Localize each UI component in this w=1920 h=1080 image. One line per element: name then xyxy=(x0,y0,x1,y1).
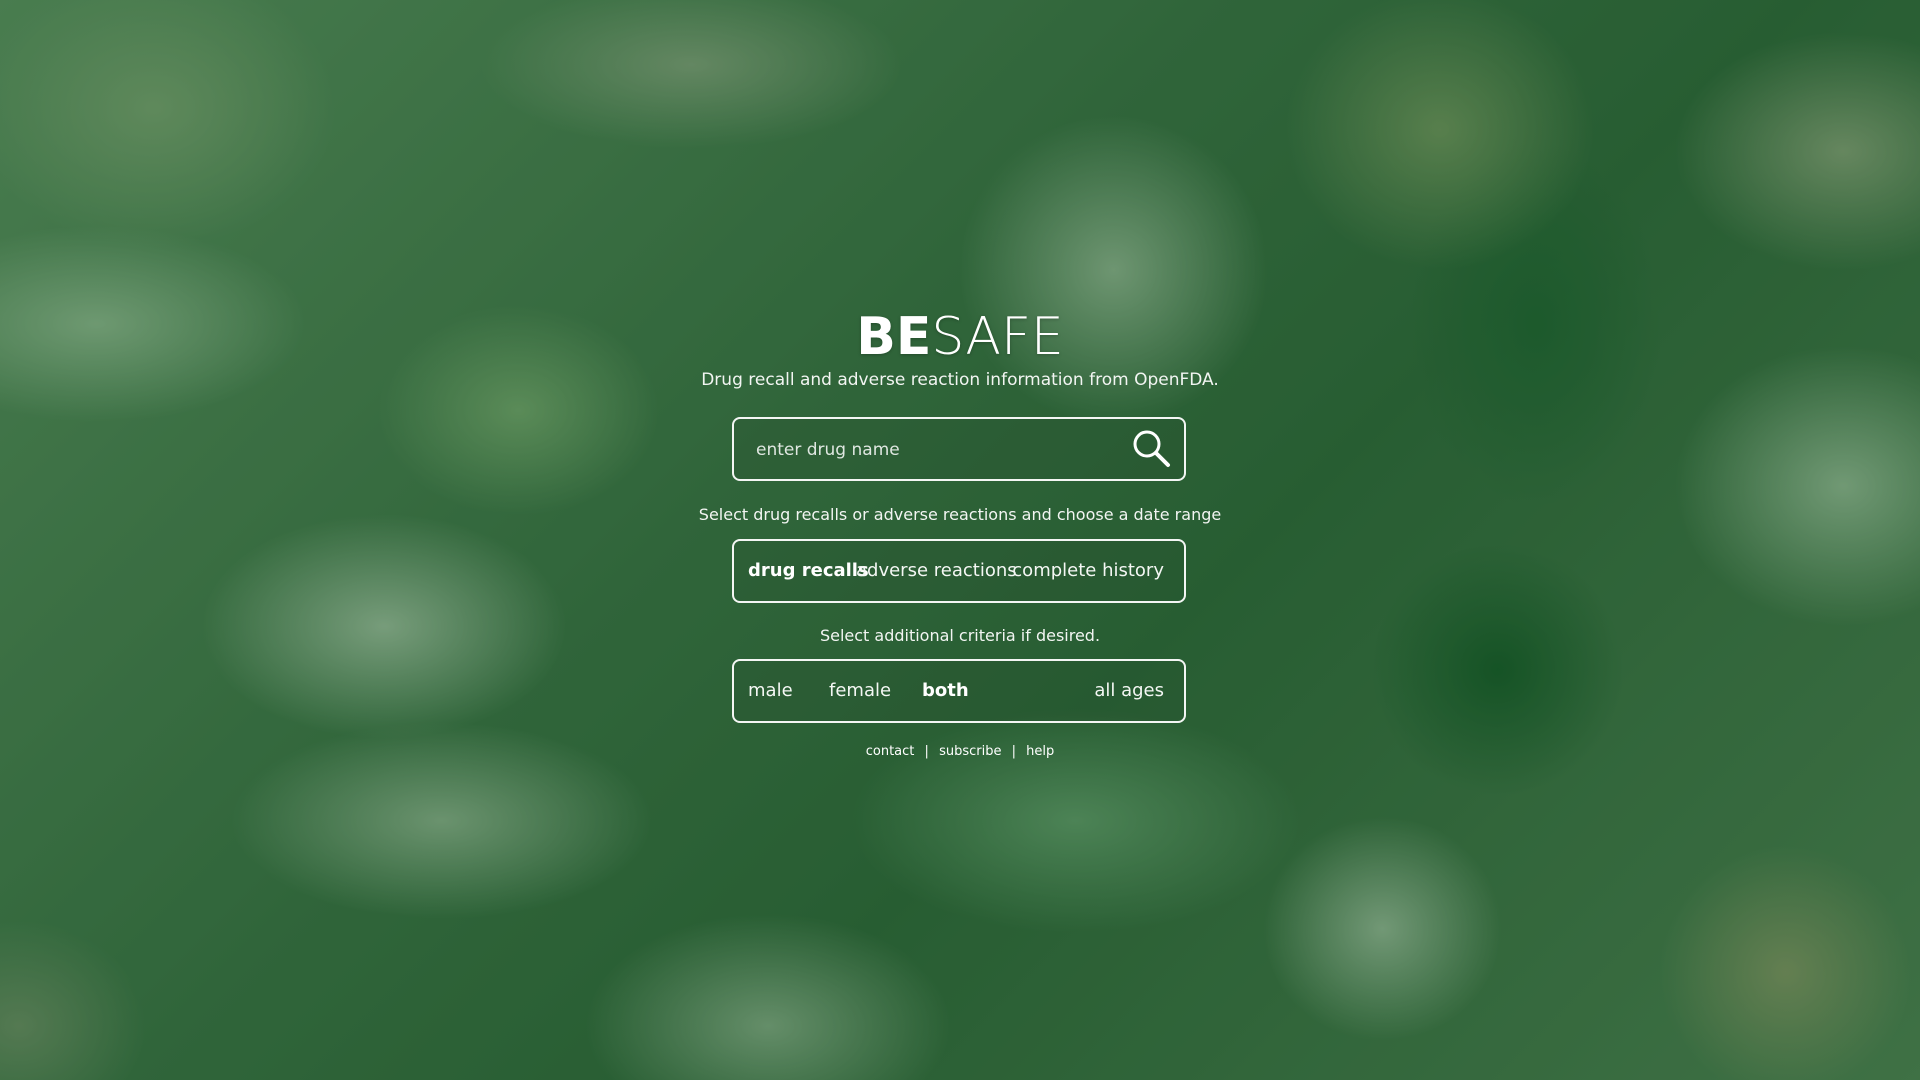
option-age[interactable]: all ages xyxy=(1094,661,1164,721)
option-female[interactable]: female xyxy=(829,661,891,721)
search-icon xyxy=(1131,428,1171,472)
footer-separator: | xyxy=(1011,744,1016,759)
criteria-selector: male female both all ages xyxy=(732,659,1186,723)
footer-separator: | xyxy=(924,744,929,759)
criteria-hint: Select additional criteria if desired. xyxy=(819,626,1101,645)
brand-bold: BE xyxy=(856,307,932,367)
help-link[interactable]: help xyxy=(1026,744,1054,759)
contact-link[interactable]: contact xyxy=(866,744,915,759)
option-adverse-reactions[interactable]: adverse reactions xyxy=(856,541,1017,601)
brand-logo: BESAFE xyxy=(0,306,1920,368)
search-box xyxy=(732,417,1186,481)
option-drug-recalls[interactable]: drug recalls xyxy=(748,541,869,601)
footer-links: contact | subscribe | help xyxy=(0,740,1920,764)
brand-light: SAFE xyxy=(931,307,1064,367)
drug-search-input[interactable] xyxy=(754,419,1118,481)
option-date-range[interactable]: complete history xyxy=(1012,541,1164,601)
option-male[interactable]: male xyxy=(748,661,793,721)
type-range-hint: Select drug recalls or adverse reactions… xyxy=(698,505,1222,524)
option-both[interactable]: both xyxy=(922,661,969,721)
tagline: Drug recall and adverse reaction informa… xyxy=(701,370,1219,390)
subscribe-link[interactable]: subscribe xyxy=(939,744,1001,759)
type-range-selector: drug recalls adverse reactions complete … xyxy=(732,539,1186,603)
search-button[interactable] xyxy=(1128,427,1174,473)
